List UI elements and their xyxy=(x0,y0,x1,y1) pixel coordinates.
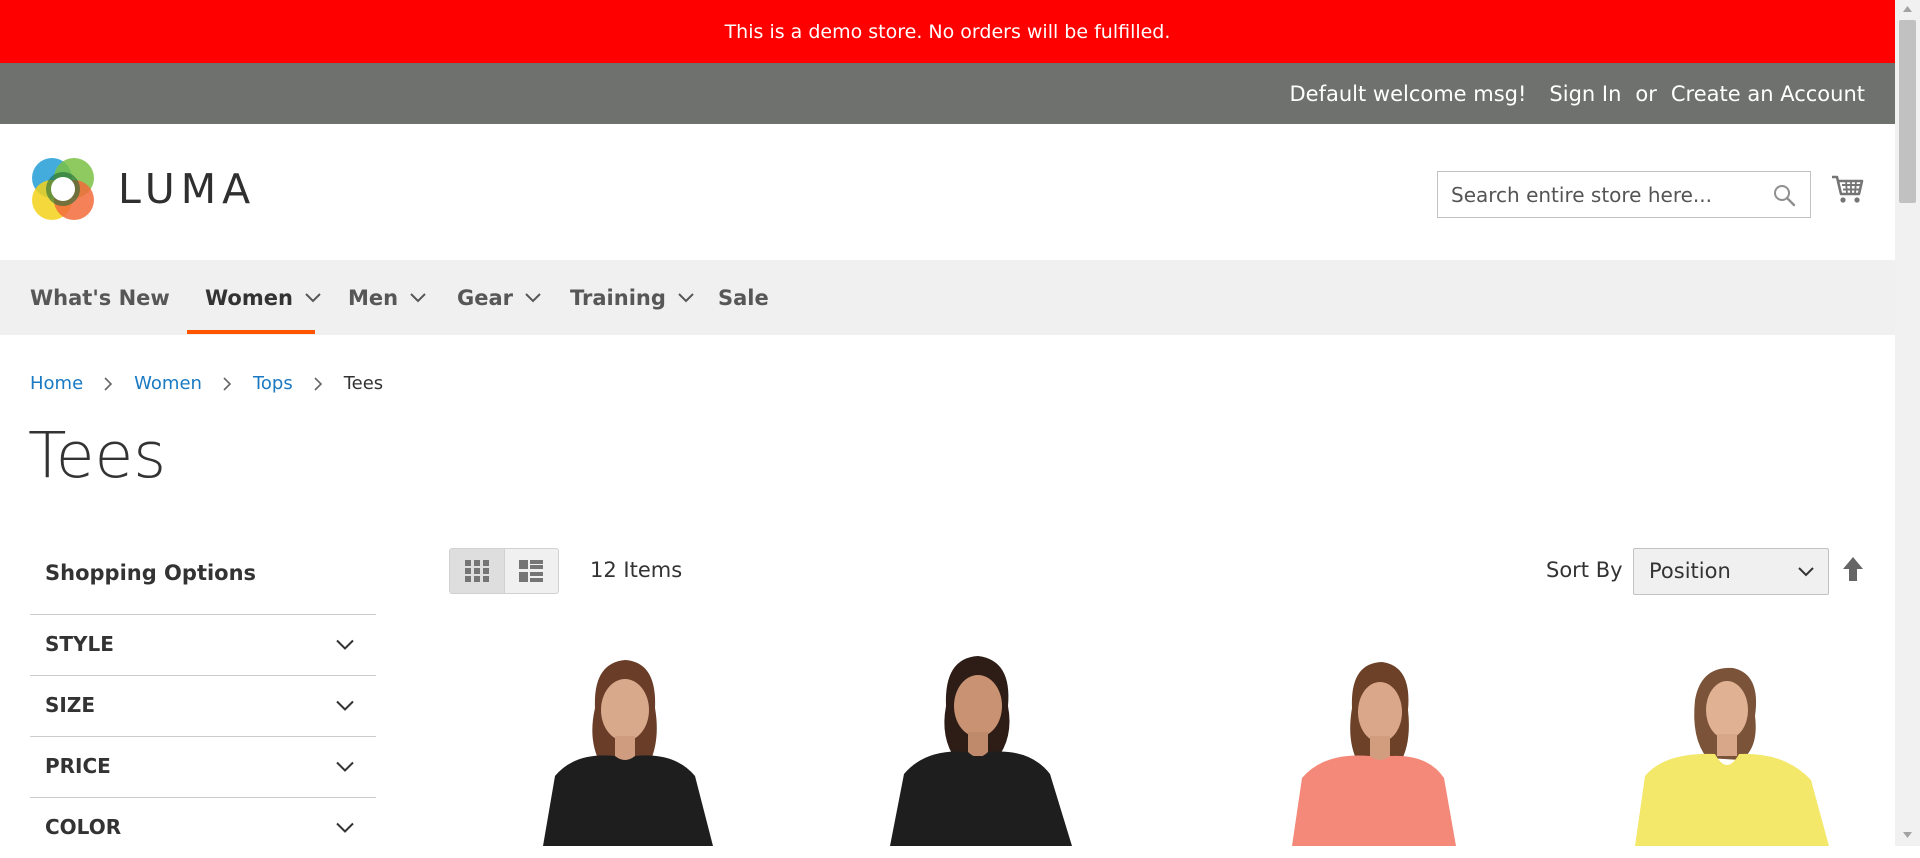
product-image-4[interactable] xyxy=(1615,648,1855,846)
welcome-message: Default welcome msg! xyxy=(1289,81,1527,106)
sort-direction-arrow-icon[interactable] xyxy=(1842,556,1864,582)
sort-by-value: Position xyxy=(1649,559,1731,583)
filter-label: PRICE xyxy=(45,754,111,778)
search-box xyxy=(1437,171,1811,218)
product-model-image xyxy=(515,648,745,846)
page-title: Tees xyxy=(28,419,167,492)
chevron-down-icon xyxy=(336,639,354,650)
product-image-1[interactable] xyxy=(515,648,745,846)
product-model-image xyxy=(1615,648,1855,846)
demo-store-notice: This is a demo store. No orders will be … xyxy=(0,0,1895,63)
breadcrumb-tops[interactable]: Tops xyxy=(253,373,293,394)
demo-store-notice-text: This is a demo store. No orders will be … xyxy=(724,20,1171,43)
list-icon xyxy=(519,560,544,582)
product-image-3[interactable] xyxy=(1232,648,1462,846)
chevron-down-icon xyxy=(525,292,541,302)
nav-item-sale[interactable]: Sale xyxy=(718,260,769,335)
search-input[interactable] xyxy=(1438,172,1771,217)
product-image-2[interactable] xyxy=(866,648,1096,846)
sort-by-label: Sort By xyxy=(1546,558,1623,582)
logo-text: LUMA xyxy=(118,165,257,213)
chevron-right-icon xyxy=(223,376,232,391)
nav-item-label: Sale xyxy=(718,285,769,310)
filter-style[interactable]: STYLE xyxy=(30,614,376,675)
page-scrollbar[interactable] xyxy=(1895,0,1920,846)
sort-by-select[interactable]: Position xyxy=(1633,548,1829,595)
main-navigation: What's New Women Men Gear Training Sale xyxy=(0,260,1895,335)
chevron-down-icon xyxy=(336,761,354,772)
chevron-down-icon xyxy=(678,292,694,302)
active-nav-indicator xyxy=(187,330,315,334)
scroll-up-arrow-icon[interactable] xyxy=(1903,6,1912,12)
product-model-image xyxy=(1232,648,1462,846)
luma-logo-icon xyxy=(32,158,94,220)
nav-item-label: Gear xyxy=(457,285,514,310)
nav-item-women[interactable]: Women xyxy=(205,260,321,335)
filter-label: SIZE xyxy=(45,693,96,717)
products-toolbar: 12 Items Sort By Position xyxy=(449,548,1865,596)
nav-item-label: Training xyxy=(570,285,666,310)
search-icon[interactable] xyxy=(1772,183,1796,207)
nav-item-training[interactable]: Training xyxy=(570,260,694,335)
chevron-down-icon xyxy=(305,292,321,302)
chevron-down-icon xyxy=(1798,567,1814,577)
shopping-options-title: Shopping Options xyxy=(45,560,257,585)
sign-in-link[interactable]: Sign In xyxy=(1549,82,1621,106)
breadcrumb-current: Tees xyxy=(343,373,384,394)
filter-label: COLOR xyxy=(45,815,122,839)
header-main: LUMA xyxy=(0,124,1895,260)
scrollbar-thumb[interactable] xyxy=(1899,20,1916,203)
chevron-down-icon xyxy=(336,822,354,833)
grid-icon xyxy=(464,560,489,582)
view-mode-switch xyxy=(449,548,559,594)
cart-icon[interactable] xyxy=(1831,172,1865,206)
breadcrumb-home[interactable]: Home xyxy=(30,373,83,394)
or-separator: or xyxy=(1635,81,1657,106)
header-links: Default welcome msg! Sign In or Create a… xyxy=(1289,63,1865,124)
breadcrumb-women[interactable]: Women xyxy=(134,373,202,394)
list-view-button[interactable] xyxy=(503,549,559,593)
filter-price[interactable]: PRICE xyxy=(30,736,376,797)
chevron-right-icon xyxy=(104,376,113,391)
nav-item-gear[interactable]: Gear xyxy=(457,260,541,335)
logo-link[interactable]: LUMA xyxy=(30,156,256,222)
chevron-down-icon xyxy=(410,292,426,302)
chevron-down-icon xyxy=(336,700,354,711)
nav-item-whats-new[interactable]: What's New xyxy=(30,260,170,335)
breadcrumb: Home Women Tops Tees xyxy=(30,373,383,394)
product-shirt xyxy=(543,755,713,846)
nav-item-label: Women xyxy=(205,285,293,310)
filter-color[interactable]: COLOR xyxy=(30,797,376,858)
nav-item-label: What's New xyxy=(30,285,170,310)
scroll-down-arrow-icon[interactable] xyxy=(1903,832,1912,838)
chevron-right-icon xyxy=(314,376,322,391)
filter-size[interactable]: SIZE xyxy=(30,675,376,736)
nav-item-men[interactable]: Men xyxy=(348,260,426,335)
items-count: 12 Items xyxy=(590,558,683,582)
product-model-image xyxy=(866,648,1096,846)
create-account-link[interactable]: Create an Account xyxy=(1671,82,1865,106)
grid-view-button[interactable] xyxy=(450,549,504,593)
product-shirt xyxy=(1292,755,1456,846)
filter-label: STYLE xyxy=(45,632,114,656)
nav-item-label: Men xyxy=(348,285,399,310)
panel-header: Default welcome msg! Sign In or Create a… xyxy=(0,63,1895,124)
